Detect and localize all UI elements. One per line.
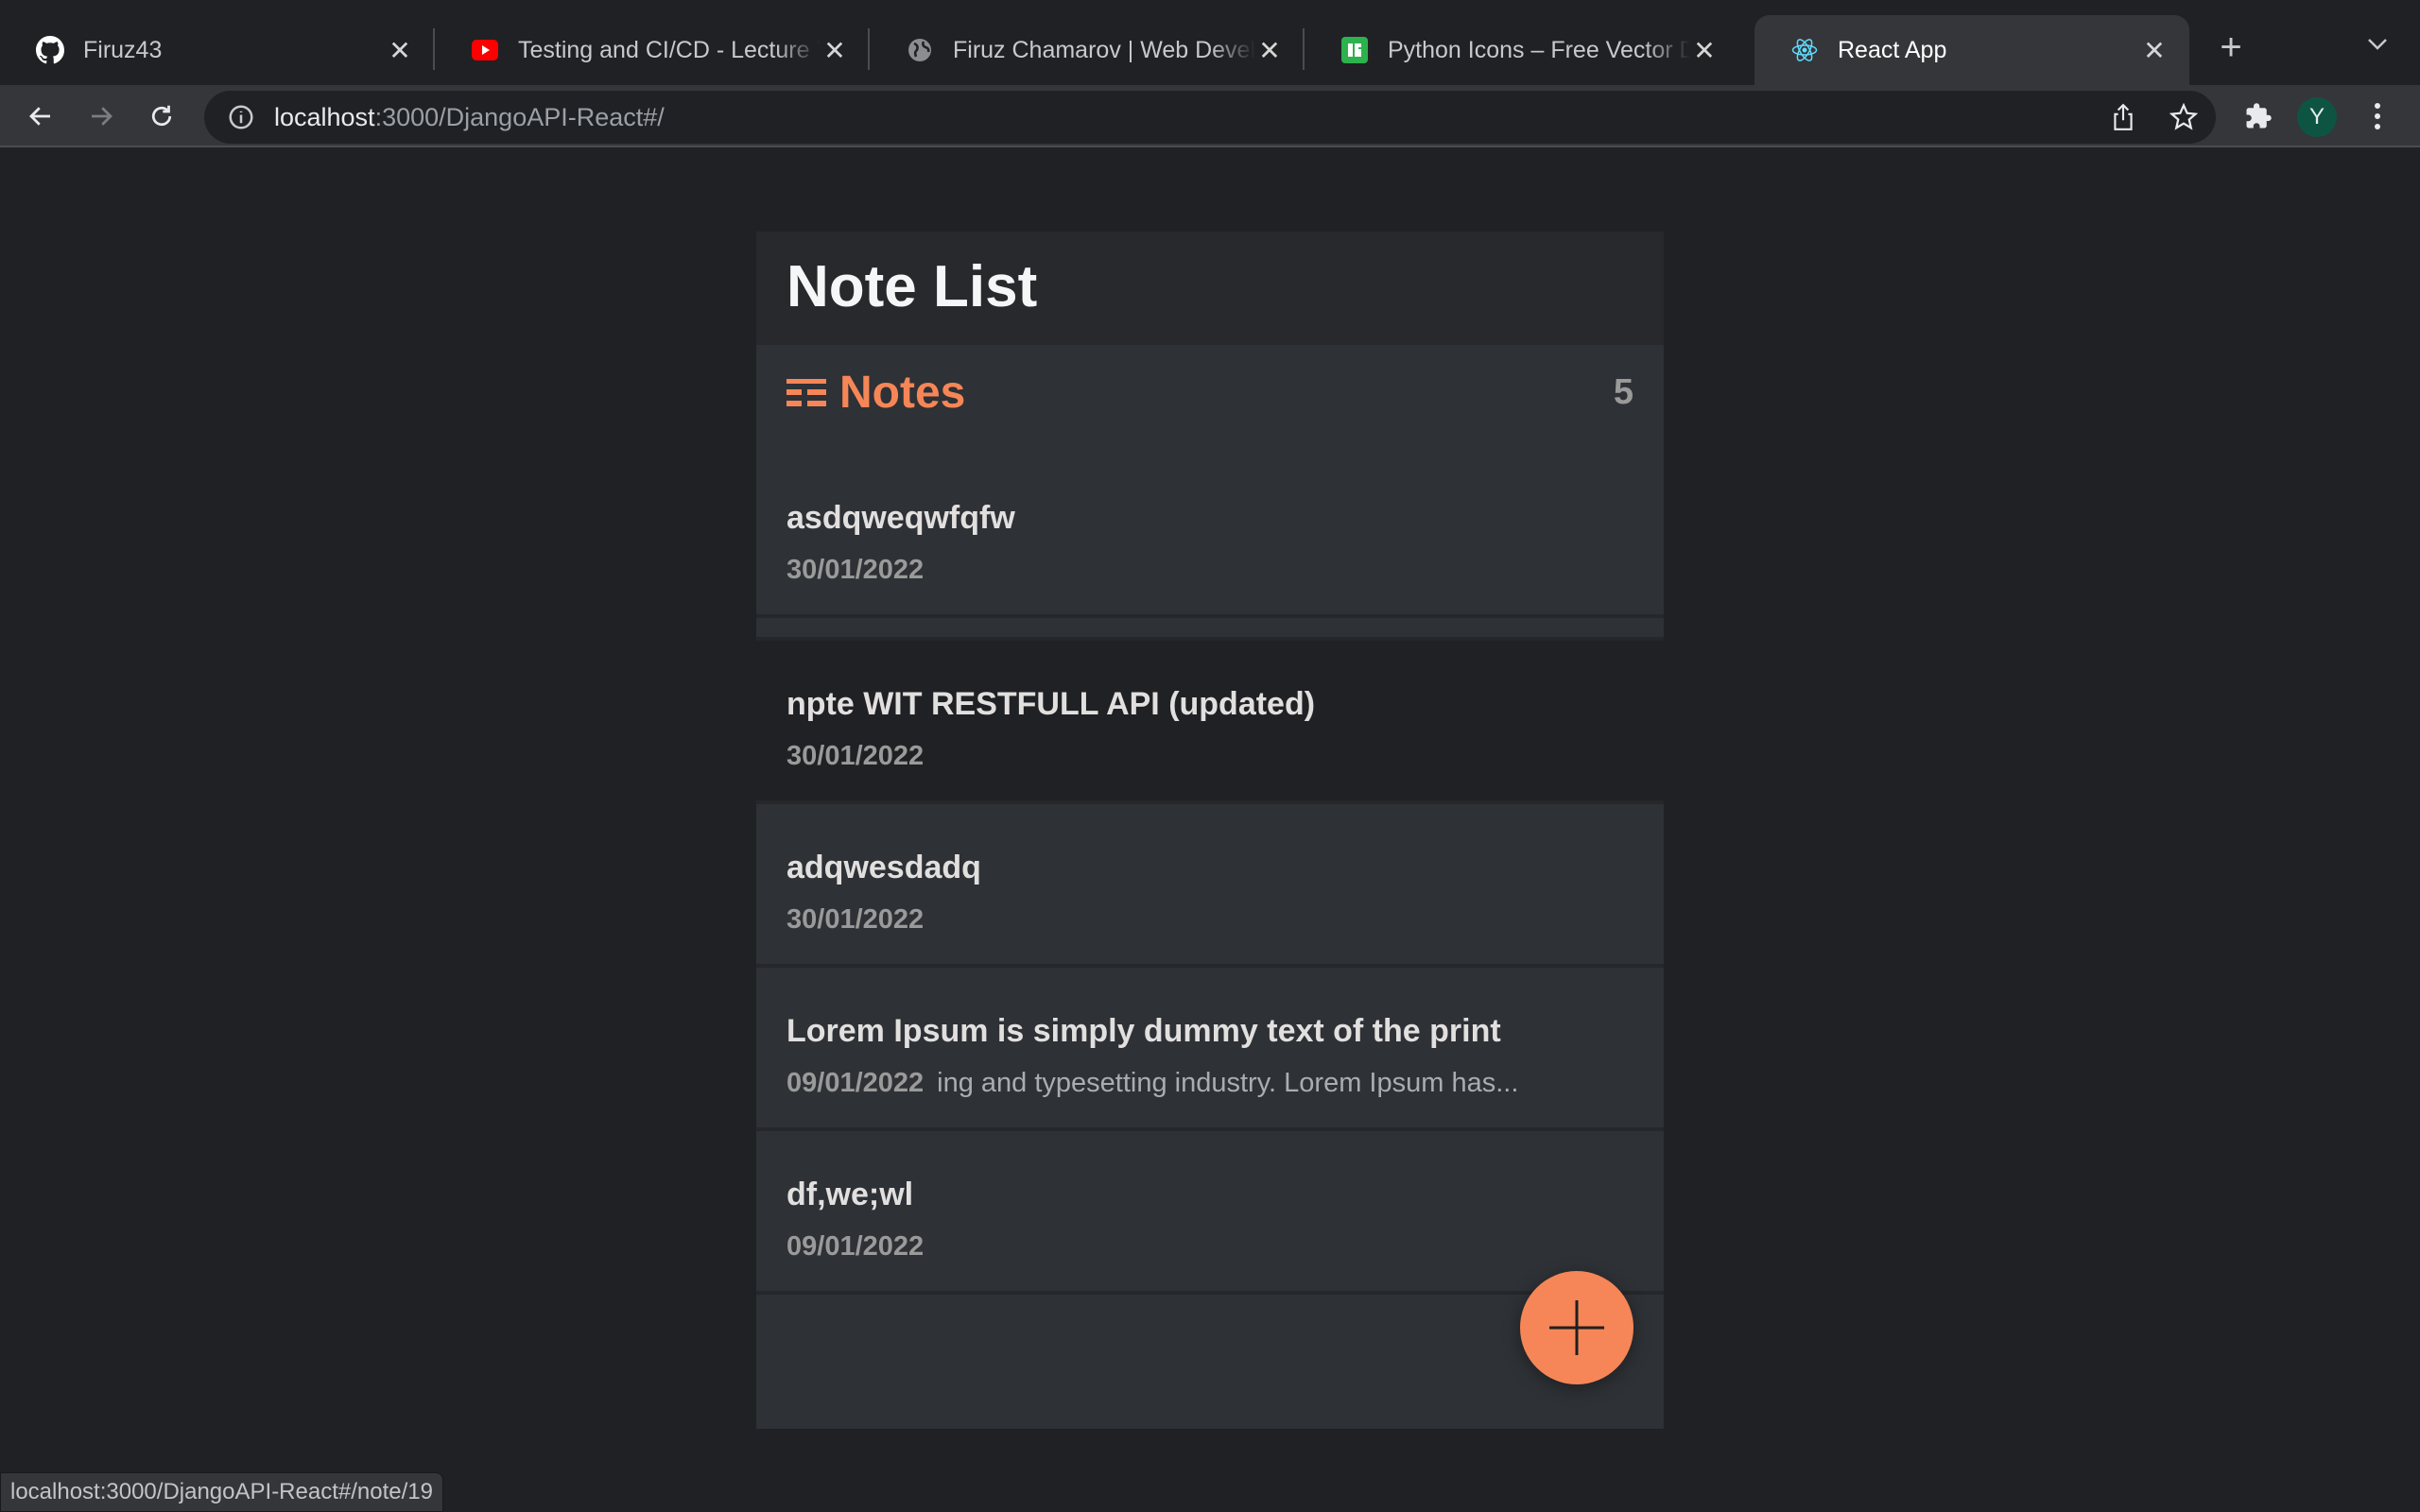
browser-toolbar: localhost:3000/DjangoAPI-React#/ Y [0,85,2420,147]
note-list-item[interactable]: df,we;wl 09/01/2022 [756,1131,1664,1295]
list-icon [786,379,826,406]
notes-heading: Notes [786,367,965,419]
more-vertical-icon [2375,103,2380,129]
note-preview: ing and typesetting industry. Lorem Ipsu… [937,1068,1519,1098]
share-icon[interactable] [2106,100,2140,134]
close-icon[interactable]: ✕ [386,36,414,65]
note-date: 30/01/2022 [786,741,925,771]
extensions-button[interactable] [2238,96,2278,136]
note-list-item[interactable]: asdqweqwfqfw 30/01/2022 [756,455,1664,618]
note-title: asdqweqwfqfw [786,500,1015,536]
note-title: df,we;wl [786,1177,914,1212]
note-list-item[interactable]: Lorem Ipsum is simply dummy text of the … [756,968,1664,1131]
tab-title: Firuz43 [83,36,163,63]
close-icon[interactable]: ✕ [821,36,849,65]
tab-firuz43[interactable]: Firuz43 ✕ [0,15,435,85]
puzzle-icon [2246,103,2272,129]
note-list-item[interactable]: npte WIT RESTFULL API (updated) 30/01/20… [756,641,1664,804]
notes-app-container: Note List Notes 5 asdqweqwfqfw 30/01/202… [756,232,1664,1429]
tab-youtube-lecture[interactable]: Testing and CI/CD - Lecture 7 ✕ [435,15,870,85]
close-icon[interactable]: ✕ [1690,36,1719,65]
tab-react-app[interactable]: React App ✕ [1754,15,2189,85]
tab-search-button[interactable] [2363,28,2392,66]
tab-title: Testing and CI/CD - Lecture 7 [518,36,821,63]
plus-icon [1549,1300,1604,1355]
note-date: 30/01/2022 [786,904,925,935]
back-arrow-icon [29,107,50,126]
notes-header: Notes 5 [756,345,1664,439]
note-date: 30/01/2022 [786,555,925,585]
note-title: Lorem Ipsum is simply dummy text of the … [786,1013,1501,1049]
notes-label: Notes [839,367,966,418]
note-list-item[interactable]: adqwesdadq 30/01/2022 [756,804,1664,968]
info-icon [229,105,253,129]
app-header: Note List [756,232,1664,345]
reload-icon [151,105,172,127]
note-title: npte WIT RESTFULL API (updated) [786,686,1316,722]
globe-icon [906,36,934,64]
browser-menu-button[interactable] [2363,96,2392,136]
page-title: Note List [786,254,1038,319]
profile-avatar[interactable]: Y [2297,97,2337,137]
forward-arrow-icon [92,107,112,126]
chevron-down-icon [2368,39,2387,50]
note-title: adqwesdadq [786,850,981,885]
divider [756,618,1664,641]
address-bar[interactable]: localhost:3000/DjangoAPI-React#/ [204,91,2216,144]
url-text: localhost:3000/DjangoAPI-React#/ [274,102,665,131]
link-status-bar: localhost:3000/DjangoAPI-React#/note/19 [0,1472,443,1512]
note-date: 09/01/2022 ing and typesetting industry. … [786,1068,1519,1098]
tab-title: React App [1838,36,1947,63]
notes-count: 5 [1613,371,1634,412]
tab-python-icons[interactable]: Python Icons – Free Vector Download ✕ [1305,15,1739,85]
tab-title: Python Icons – Free Vector Download [1388,36,1690,63]
note-date: 09/01/2022 [786,1231,925,1262]
new-tab-button[interactable]: + [2212,28,2250,66]
react-icon [1790,36,1819,64]
bookmark-star-icon[interactable] [2167,100,2201,134]
close-icon[interactable]: ✕ [1255,36,1284,65]
youtube-icon [471,36,499,64]
add-note-button[interactable] [1520,1271,1634,1384]
tab-title: Firuz Chamarov | Web Developer [953,36,1255,63]
forward-button[interactable] [81,96,121,136]
tab-portfolio[interactable]: Firuz Chamarov | Web Developer ✕ [870,15,1305,85]
close-icon[interactable]: ✕ [2140,36,2169,65]
github-icon [36,36,64,64]
reload-button[interactable] [142,96,182,136]
back-button[interactable] [21,96,60,136]
browser-tab-bar: Firuz43 ✕ Testing and CI/CD - Lecture 7 … [0,0,2420,85]
flaticon-icon [1340,36,1369,64]
